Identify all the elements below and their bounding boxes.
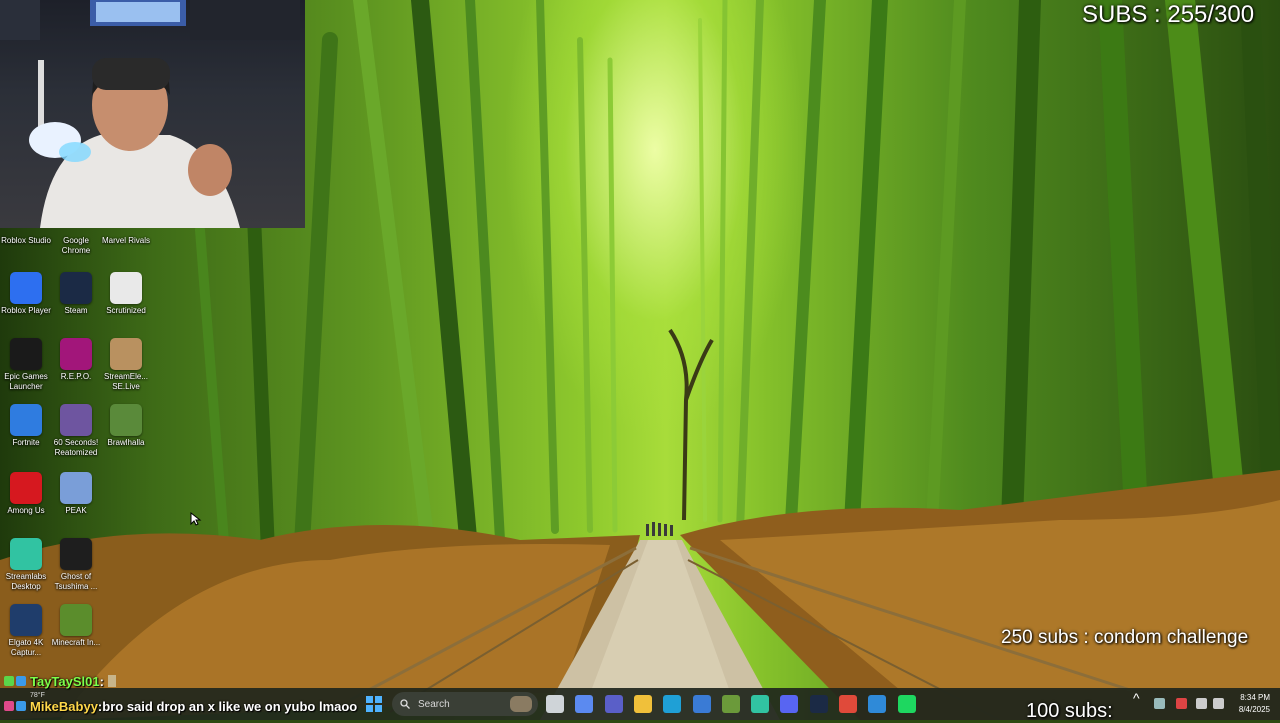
- streamelements-icon: [110, 338, 142, 370]
- elgato-4k-icon: [10, 604, 42, 636]
- repo-icon: [60, 338, 92, 370]
- desktop-icon-label: R.E.P.O.: [60, 372, 92, 381]
- desktop-icon-label: Among Us: [7, 506, 45, 515]
- desktop-icon-epic-games[interactable]: Epic Games Launcher: [1, 338, 51, 392]
- fortnite-icon: [10, 404, 42, 436]
- badge-icon: [16, 701, 26, 711]
- desktop-icon-label: 60 Seconds! Reatomized: [53, 438, 99, 457]
- desktop-icon-label: Epic Games Launcher: [4, 372, 48, 391]
- steam-icon: [60, 272, 92, 304]
- desktop-icon-document[interactable]: Scrutinized: [101, 272, 151, 316]
- desktop-icon-label: StreamEle... SE.Live: [103, 372, 148, 391]
- subs-counter: SUBS : 255/300: [1082, 1, 1255, 28]
- desktop-icon-label: Ghost of Tsushima ...: [54, 572, 98, 591]
- spotify-icon[interactable]: [898, 695, 916, 713]
- desktop-icon-peak[interactable]: PEAK: [51, 472, 101, 516]
- file-explorer-icon[interactable]: [634, 695, 652, 713]
- brawlhalla-icon: [110, 404, 142, 436]
- emote-icon: [107, 675, 116, 687]
- desktop-icon-label: Roblox Studio: [1, 236, 51, 245]
- desktop-icon-streamelements[interactable]: StreamEle... SE.Live: [101, 338, 151, 392]
- chat-message: TayTaySl01 :: [0, 672, 116, 690]
- desktop-icon-label: Google Chrome: [61, 236, 91, 255]
- desktop-icon-label: Minecraft In...: [51, 638, 101, 647]
- task-view-icon[interactable]: [546, 695, 564, 713]
- desktop-icon-brawlhalla[interactable]: Brawlhalla: [101, 404, 151, 448]
- desktop-icon-elgato-4k[interactable]: Elgato 4K Captur...: [1, 604, 51, 658]
- chat-message: MikeBabyy : bro said drop an x like we o…: [0, 697, 357, 715]
- steam-taskbar-icon[interactable]: [810, 695, 828, 713]
- badge-icon: [4, 701, 14, 711]
- desktop-icon-marvel-rivals[interactable]: Marvel Rivals: [101, 202, 151, 246]
- desktop-icon-sixty-seconds[interactable]: 60 Seconds! Reatomized: [51, 404, 101, 458]
- chrome-taskbar-icon[interactable]: [839, 695, 857, 713]
- taskbar-search[interactable]: Search: [392, 692, 538, 716]
- webcam-overlay: [0, 0, 305, 228]
- search-placeholder: Search: [418, 698, 450, 710]
- desktop-icon-roblox-player[interactable]: Roblox Player: [1, 272, 51, 316]
- desktop-icon-label: Scrutinized: [106, 306, 146, 315]
- clock-time: 8:34 PM: [1240, 693, 1270, 702]
- chat-username: MikeBabyy: [30, 698, 98, 714]
- desktop-icon-roblox-studio[interactable]: Roblox Studio: [1, 202, 51, 246]
- peak-icon: [60, 472, 92, 504]
- desktop-icon-label: Marvel Rivals: [101, 236, 150, 245]
- desktop-icon-label: Brawlhalla: [107, 438, 145, 447]
- copilot-icon[interactable]: [575, 695, 593, 713]
- desktop-icon-fortnite[interactable]: Fortnite: [1, 404, 51, 448]
- sub-goal-text: 250 subs : condom challenge: [1001, 627, 1249, 648]
- ghost-of-tsushima-icon: [60, 538, 92, 570]
- desktop-icon-among-us[interactable]: Among Us: [1, 472, 51, 516]
- streamlabs-icon: [10, 538, 42, 570]
- roblox-player-icon: [10, 272, 42, 304]
- chat-badges: [4, 701, 26, 711]
- mouse-cursor-icon: [190, 512, 202, 526]
- clock-date: 8/4/2025: [1238, 705, 1270, 714]
- badge-icon: [16, 676, 26, 686]
- minecraft-icon: [60, 604, 92, 636]
- taskbar-clock[interactable]: 8:34 PM 8/4/2025: [1230, 692, 1270, 716]
- desktop-icon-repo[interactable]: R.E.P.O.: [51, 338, 101, 382]
- discord-icon[interactable]: [780, 695, 798, 713]
- search-highlight-icon: [510, 696, 532, 712]
- network-icon[interactable]: [1196, 698, 1207, 709]
- among-us-icon: [10, 472, 42, 504]
- edge-icon[interactable]: [663, 695, 681, 713]
- desktop-icon-streamlabs[interactable]: Streamlabs Desktop: [1, 538, 51, 592]
- chat-separator: :: [99, 673, 104, 689]
- teams-icon[interactable]: [605, 695, 623, 713]
- desktop-icon-label: Fortnite: [12, 438, 40, 447]
- desktop-icon-label: Roblox Player: [1, 306, 51, 315]
- desktop-icon-steam[interactable]: Steam: [51, 272, 101, 316]
- epic-games-icon: [10, 338, 42, 370]
- desktop-icon-grid: Roblox Studio Google Chrome Marvel Rivals R…: [0, 228, 152, 668]
- desktop-icon-chrome[interactable]: Google Chrome: [51, 202, 101, 256]
- desktop-icon-label: Elgato 4K Captur...: [8, 638, 44, 657]
- photos-icon[interactable]: [868, 695, 886, 713]
- chat-text: bro said drop an x like we on yubo lmaoo: [102, 698, 358, 714]
- store-icon[interactable]: [693, 695, 711, 713]
- badge-icon: [4, 676, 14, 686]
- microphone-muted-icon[interactable]: [1176, 698, 1187, 709]
- sixty-seconds-icon: [60, 404, 92, 436]
- desktop-icon-label: PEAK: [65, 506, 87, 515]
- minecraft-taskbar-icon[interactable]: [722, 695, 740, 713]
- start-icon[interactable]: [366, 696, 382, 712]
- desktop-icon-minecraft[interactable]: Minecraft In...: [51, 604, 101, 648]
- tray-chevron-up-icon[interactable]: ^: [1133, 690, 1140, 706]
- streamlabs-taskbar-icon[interactable]: [751, 695, 769, 713]
- volume-icon[interactable]: [1213, 698, 1224, 709]
- desktop-icon-label: Streamlabs Desktop: [5, 572, 47, 591]
- document-icon: [110, 272, 142, 304]
- desktop-icon-label: Steam: [64, 306, 88, 315]
- chat-badges: [4, 676, 26, 686]
- tray-app-icon[interactable]: [1154, 698, 1165, 709]
- webcam-feed: [0, 0, 300, 228]
- desktop-icon-ghost-of-tsushima[interactable]: Ghost of Tsushima ...: [51, 538, 101, 592]
- search-icon: [400, 699, 410, 709]
- chat-username: TayTaySl01: [30, 673, 100, 689]
